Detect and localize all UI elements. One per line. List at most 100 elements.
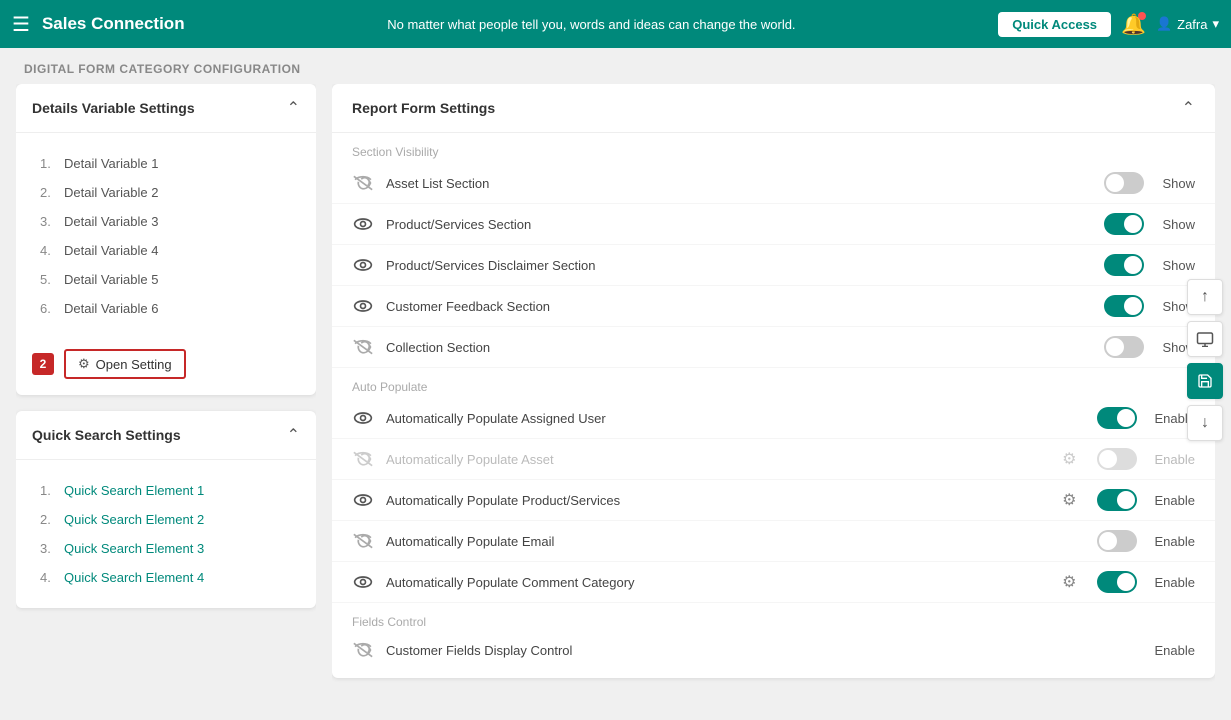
quick-search-panel: Quick Search Settings ⌃ 1.Quick Search E… xyxy=(16,411,316,608)
details-panel-collapse-icon[interactable]: ⌃ xyxy=(287,98,300,118)
setting-row-assigned-user: Automatically Populate Assigned User Ena… xyxy=(332,398,1215,439)
eye-slash-icon-asset xyxy=(352,451,374,467)
email-auto-name: Automatically Populate Email xyxy=(386,534,1085,549)
eye-icon-comment-auto xyxy=(352,575,374,589)
email-auto-toggle[interactable] xyxy=(1097,530,1137,552)
list-item: 4.Detail Variable 4 xyxy=(32,236,300,265)
save-button[interactable] xyxy=(1187,363,1223,399)
disclaimer-name: Product/Services Disclaimer Section xyxy=(386,258,1092,273)
badge-count: 2 xyxy=(32,353,54,375)
list-item: 5.Detail Variable 5 xyxy=(32,265,300,294)
customer-fields-name: Customer Fields Display Control xyxy=(386,643,1143,658)
collection-section-name: Collection Section xyxy=(386,340,1092,355)
gear-icon-products[interactable]: ⚙ xyxy=(1062,490,1076,510)
products-services-name: Product/Services Section xyxy=(386,217,1092,232)
topnav: ☰ Sales Connection No matter what people… xyxy=(0,0,1231,48)
products-auto-toggle[interactable] xyxy=(1097,489,1137,511)
details-panel-title: Details Variable Settings xyxy=(32,100,195,116)
products-services-toggle[interactable] xyxy=(1104,213,1144,235)
right-column: Report Form Settings ⌃ Section Visibilit… xyxy=(332,84,1215,704)
eye-slash-icon-collection xyxy=(352,339,374,355)
quick-access-button[interactable]: Quick Access xyxy=(998,12,1111,37)
right-toolbar: ↑ ↓ xyxy=(1187,279,1223,441)
list-item[interactable]: 3.Quick Search Element 3 xyxy=(32,534,300,563)
report-form-panel-header: Report Form Settings ⌃ xyxy=(332,84,1215,133)
customer-feedback-name: Customer Feedback Section xyxy=(386,299,1092,314)
user-chevron-icon: ▾ xyxy=(1212,16,1219,32)
asset-list-toggle[interactable] xyxy=(1104,172,1144,194)
asset-auto-toggle-label: Enable xyxy=(1155,452,1195,467)
open-setting-area: 2 ⚙ Open Setting xyxy=(16,339,316,395)
quick-search-panel-header: Quick Search Settings ⌃ xyxy=(16,411,316,460)
setting-row-comment-auto: Automatically Populate Comment Category … xyxy=(332,562,1215,603)
left-column: Details Variable Settings ⌃ 1.Detail Var… xyxy=(16,84,316,704)
list-item: 1.Detail Variable 1 xyxy=(32,149,300,178)
setting-row-asset-list: Asset List Section Show xyxy=(332,163,1215,204)
variable-list: 1.Detail Variable 1 2.Detail Variable 2 … xyxy=(32,145,300,327)
scroll-down-button[interactable]: ↓ xyxy=(1187,405,1223,441)
asset-list-toggle-label: Show xyxy=(1162,176,1195,191)
asset-auto-toggle xyxy=(1097,448,1137,470)
monitor-button[interactable] xyxy=(1187,321,1223,357)
products-auto-name: Automatically Populate Product/Services xyxy=(386,493,1050,508)
topnav-right: Quick Access 🔔 👤 Zafra ▾ xyxy=(998,12,1219,37)
disclaimer-toggle-label: Show xyxy=(1162,258,1195,273)
disclaimer-toggle[interactable] xyxy=(1104,254,1144,276)
user-menu-button[interactable]: 👤 Zafra ▾ xyxy=(1156,16,1219,32)
quick-search-list: 1.Quick Search Element 1 2.Quick Search … xyxy=(32,472,300,596)
open-setting-button[interactable]: ⚙ Open Setting xyxy=(64,349,186,379)
assigned-user-toggle[interactable] xyxy=(1097,407,1137,429)
customer-feedback-toggle[interactable] xyxy=(1104,295,1144,317)
quick-search-panel-body: 1.Quick Search Element 1 2.Quick Search … xyxy=(16,460,316,608)
assigned-user-name: Automatically Populate Assigned User xyxy=(386,411,1085,426)
details-panel-body: 1.Detail Variable 1 2.Detail Variable 2 … xyxy=(16,133,316,339)
page-body: Details Variable Settings ⌃ 1.Detail Var… xyxy=(0,84,1231,720)
hamburger-menu-icon[interactable]: ☰ xyxy=(12,12,30,37)
quick-search-panel-title: Quick Search Settings xyxy=(32,427,181,443)
setting-row-collection: Collection Section Show xyxy=(332,327,1215,368)
products-services-toggle-label: Show xyxy=(1162,217,1195,232)
comment-auto-name: Automatically Populate Comment Category xyxy=(386,575,1050,590)
list-item[interactable]: 4.Quick Search Element 4 xyxy=(32,563,300,592)
collection-toggle[interactable] xyxy=(1104,336,1144,358)
eye-slash-icon-email xyxy=(352,533,374,549)
list-item[interactable]: 2.Quick Search Element 2 xyxy=(32,505,300,534)
notification-dot xyxy=(1138,12,1146,20)
setting-row-products-services: Product/Services Section Show xyxy=(332,204,1215,245)
setting-row-disclaimer: Product/Services Disclaimer Section Show xyxy=(332,245,1215,286)
auto-populate-label: Auto Populate xyxy=(332,368,1215,398)
quick-search-collapse-icon[interactable]: ⌃ xyxy=(287,425,300,445)
fields-control-label: Fields Control xyxy=(332,603,1215,633)
report-form-collapse-icon[interactable]: ⌃ xyxy=(1182,98,1195,118)
gear-icon-comment[interactable]: ⚙ xyxy=(1062,572,1076,592)
asset-list-section-name: Asset List Section xyxy=(386,176,1092,191)
scroll-up-button[interactable]: ↑ xyxy=(1187,279,1223,315)
user-name: Zafra xyxy=(1177,17,1207,32)
eye-slash-icon xyxy=(352,175,374,191)
comment-auto-toggle[interactable] xyxy=(1097,571,1137,593)
page-header: Digital Form Category Configuration xyxy=(0,48,1231,84)
list-item: 3.Detail Variable 3 xyxy=(32,207,300,236)
email-auto-toggle-label: Enable xyxy=(1155,534,1195,549)
user-avatar-icon: 👤 xyxy=(1156,16,1172,32)
eye-icon-products-auto xyxy=(352,493,374,507)
setting-row-products-auto: Automatically Populate Product/Services … xyxy=(332,480,1215,521)
gear-icon: ⚙ xyxy=(78,356,90,372)
list-item[interactable]: 1.Quick Search Element 1 xyxy=(32,476,300,505)
eye-slash-icon-customer-fields xyxy=(352,642,374,658)
list-item: 6.Detail Variable 6 xyxy=(32,294,300,323)
customer-fields-toggle-label: Enable xyxy=(1155,643,1195,658)
notification-icon[interactable]: 🔔 xyxy=(1121,12,1146,37)
eye-icon-feedback xyxy=(352,299,374,313)
setting-row-customer-fields: Customer Fields Display Control Enable xyxy=(332,633,1215,678)
setting-row-customer-feedback: Customer Feedback Section Show xyxy=(332,286,1215,327)
gear-icon-asset: ⚙ xyxy=(1062,449,1076,469)
eye-icon xyxy=(352,217,374,231)
eye-icon-assigned-user xyxy=(352,411,374,425)
page: Digital Form Category Configuration Deta… xyxy=(0,48,1231,720)
products-auto-toggle-label: Enable xyxy=(1155,493,1195,508)
report-form-panel-title: Report Form Settings xyxy=(352,100,495,116)
app-title: Sales Connection xyxy=(42,14,185,34)
setting-row-email-auto: Automatically Populate Email Enable xyxy=(332,521,1215,562)
open-setting-label: Open Setting xyxy=(96,357,172,372)
